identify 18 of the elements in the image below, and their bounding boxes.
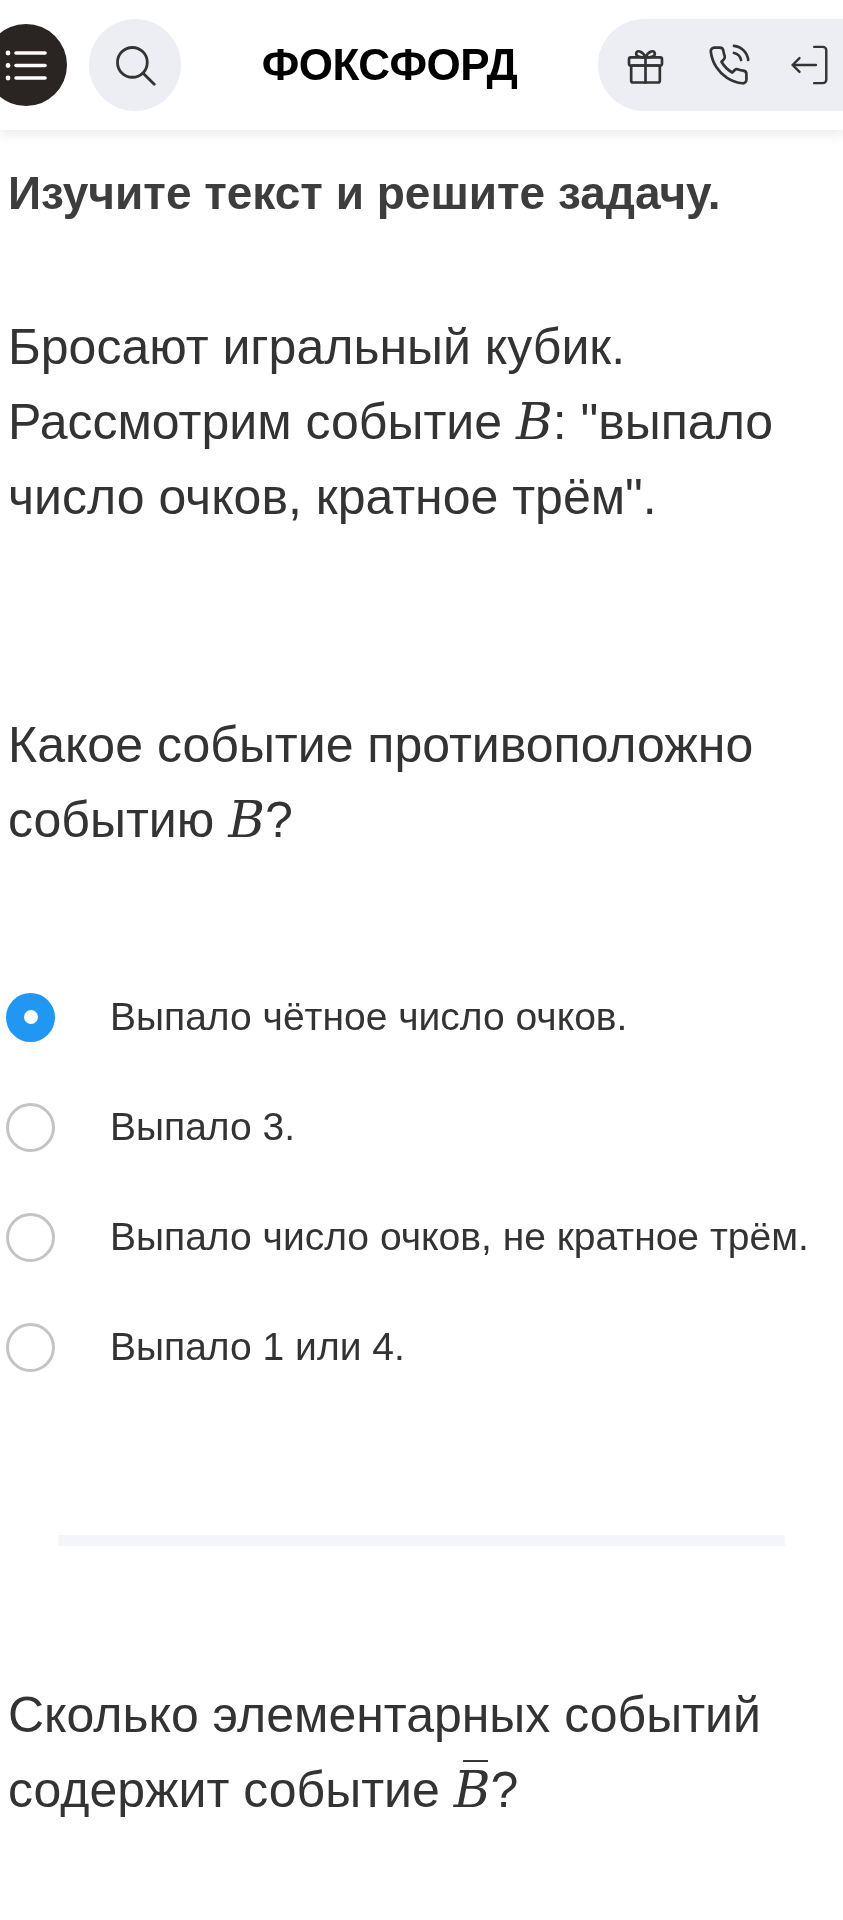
logout-icon[interactable] bbox=[790, 45, 828, 85]
question-text: Сколько элементарных событий содержит событие B̅? bbox=[8, 1686, 762, 1821]
question-text: Какое событие противоположно событию B? bbox=[8, 716, 755, 851]
option-label[interactable]: Выпало чётное число очков. bbox=[110, 994, 628, 1040]
menu-icon bbox=[5, 48, 47, 82]
radio-button[interactable] bbox=[6, 1322, 55, 1372]
radio-button[interactable] bbox=[6, 992, 55, 1042]
radio-button[interactable] bbox=[6, 1102, 55, 1152]
search-icon bbox=[114, 44, 156, 86]
option-label[interactable]: Выпало 3. bbox=[110, 1104, 296, 1150]
option-label[interactable]: Выпало число очков, не кратное трём. bbox=[110, 1214, 809, 1260]
task-title: Изучите текст и решите задачу. bbox=[8, 169, 721, 217]
menu-button[interactable] bbox=[0, 24, 67, 106]
task-text: Бросают игральный кубик. Рассмотрим событие B: "выпало число очков, кратное трём". bbox=[8, 318, 775, 527]
logo[interactable]: ФОКСФОРД bbox=[261, 40, 518, 90]
option-label[interactable]: Выпало 1 или 4. bbox=[110, 1324, 405, 1370]
radio-button[interactable] bbox=[6, 1212, 55, 1262]
phone-icon[interactable] bbox=[707, 43, 750, 87]
